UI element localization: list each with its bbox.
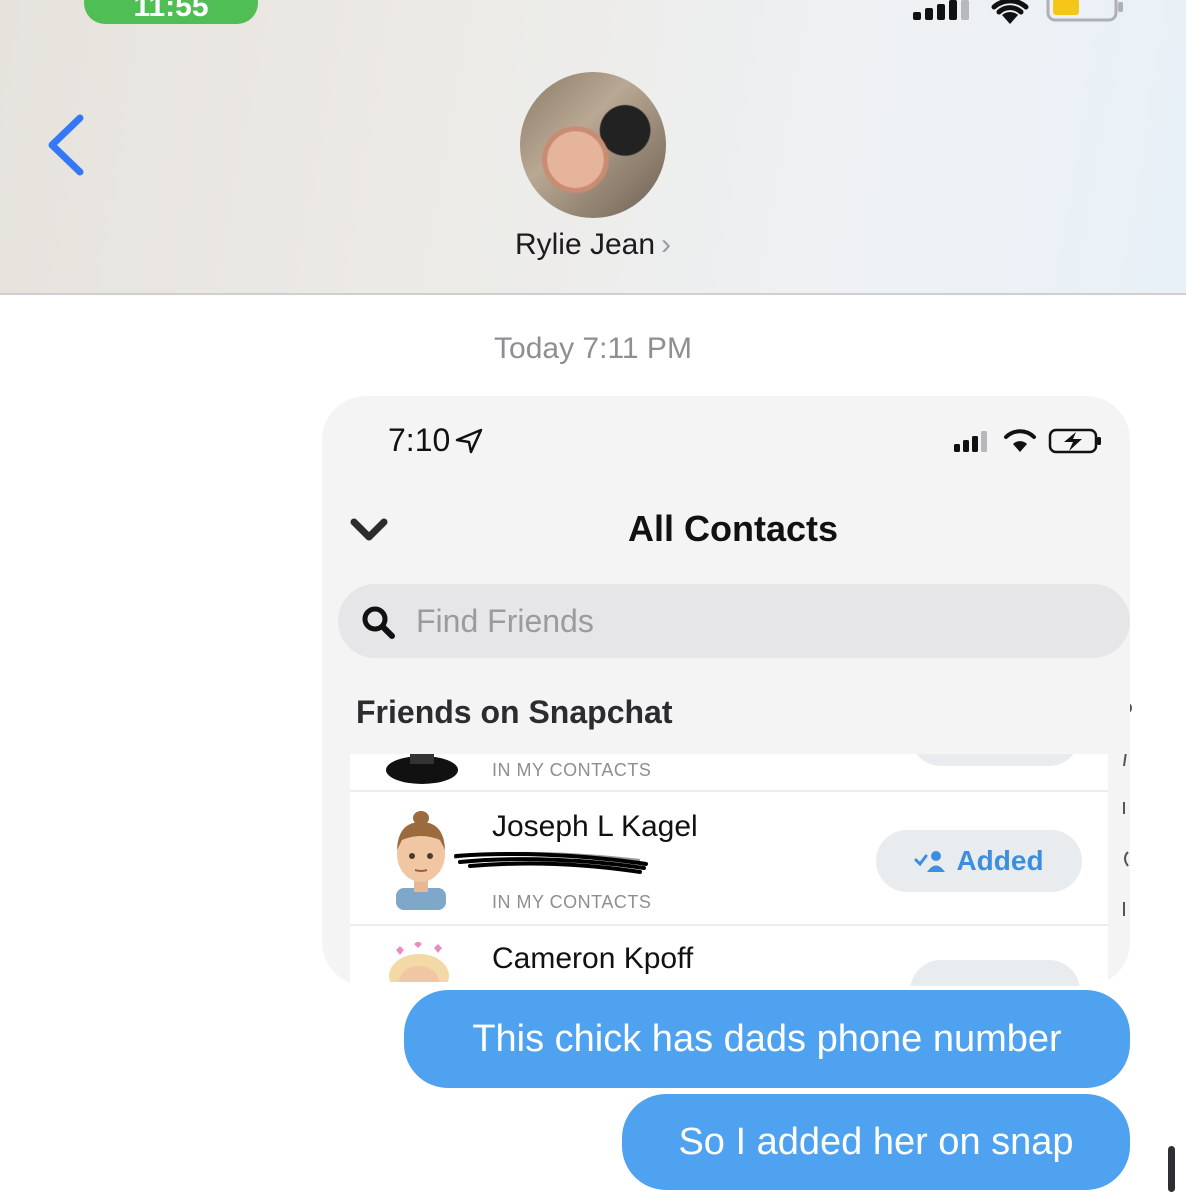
wifi-icon (991, 0, 1029, 24)
contact-name-row[interactable]: Rylie Jean › (0, 228, 1186, 262)
bitmoji-avatar (396, 811, 446, 910)
screenshot-status-time: 7:10 (388, 422, 451, 458)
contact-subtitle: IN MY CONTACTS (492, 892, 652, 912)
location-arrow-icon (455, 428, 483, 454)
search-bar[interactable] (338, 584, 1130, 658)
added-button[interactable]: Added (876, 830, 1082, 892)
contact-subtitle: IN MY CONTACTS (492, 760, 652, 780)
list-item[interactable]: Cameron Kpoff (350, 926, 1108, 986)
contact-name: Rylie Jean (514, 228, 656, 261)
image-attachment[interactable]: 7:10 All Contacts IN MY CONTACTS (322, 396, 1130, 986)
chevron-right-icon: › (661, 228, 672, 261)
screenshot-status-icons (954, 428, 1101, 454)
add-button[interactable] (910, 960, 1080, 986)
added-friend-icon (914, 851, 946, 872)
status-time: 11:55 (133, 0, 209, 23)
search-icon (362, 606, 395, 639)
battery-icon (1046, 0, 1123, 22)
bitmoji-avatar (386, 752, 458, 784)
list-item[interactable]: Joseph L Kagel IN MY CONTACTS Added (350, 794, 1108, 926)
message-bubble[interactable]: This chick has dads phone number (404, 990, 1130, 1088)
page-title: All Contacts (627, 508, 839, 549)
message-timestamp: Today 7:11 PM (494, 332, 692, 365)
cellular-signal-icon (913, 0, 969, 20)
conversation-header: 11:55 Rylie Jean › (0, 0, 1186, 295)
scrollbar-thumb[interactable] (1168, 1146, 1175, 1192)
search-input[interactable] (416, 600, 1016, 642)
message-bubble[interactable]: So I added her on snap (622, 1094, 1130, 1190)
contact-name: Cameron Kpoff (492, 942, 694, 975)
redaction-scribble (453, 851, 648, 874)
back-chevron-icon[interactable] (44, 112, 88, 178)
contact-list: IN MY CONTACTS Joseph L Kagel IN MY CONT… (350, 704, 1108, 986)
bitmoji-avatar (389, 942, 449, 982)
added-button-label: Added (956, 845, 1044, 876)
contact-avatar[interactable] (520, 72, 666, 218)
message-text: So I added her on snap (678, 1120, 1074, 1163)
status-time-pill[interactable]: 11:55 (84, 0, 258, 24)
section-title: Friends on Snapchat (356, 694, 673, 730)
message-text: This chick has dads phone number (472, 1017, 1062, 1060)
contact-name: Joseph L Kagel (492, 810, 698, 843)
